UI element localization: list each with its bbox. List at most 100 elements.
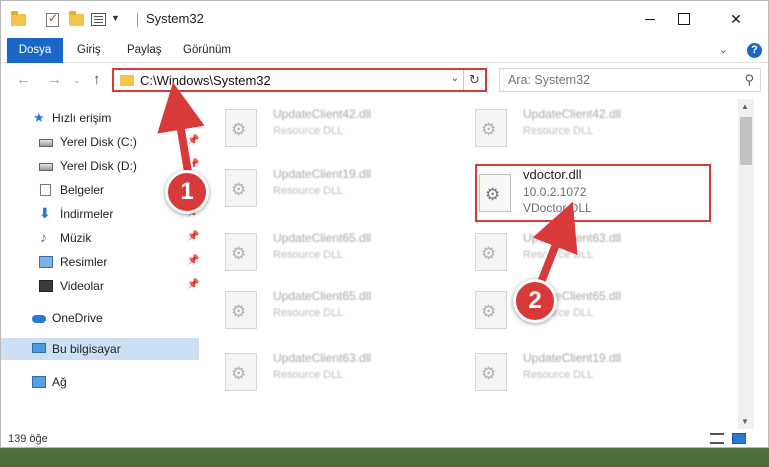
pictures-icon (39, 256, 53, 268)
list-item[interactable]: UpdateClient63.dll Resource DLL (461, 227, 701, 275)
sidebar-item-label: Hızlı erişim (52, 111, 112, 125)
document-icon (40, 184, 51, 196)
search-icon[interactable]: ⚲ (744, 72, 754, 88)
file-type: Resource DLL (523, 125, 594, 137)
properties-check-icon[interactable] (46, 11, 59, 27)
search-box[interactable]: ⚲ (499, 68, 761, 92)
pin-icon[interactable]: 📌 (187, 279, 199, 290)
tab-share[interactable]: Paylaş (117, 38, 172, 63)
sidebar-item-network[interactable]: Ağ (1, 371, 201, 393)
file-list: UpdateClient42.dll Resource DLL UpdateCl… (211, 99, 738, 429)
sidebar-item-local-disk-d[interactable]: Yerel Disk (D:) 📌 (1, 155, 201, 177)
pin-icon[interactable]: 📌 (187, 159, 199, 170)
computer-icon (32, 343, 46, 353)
up-arrow-icon[interactable]: ↑ (93, 71, 101, 88)
explorer-window: ▼ System32 ✕ Dosya Giriş Paylaş Görünüm … (0, 0, 769, 448)
chevron-down-icon[interactable]: ⌄ (451, 73, 459, 84)
maximize-button[interactable] (661, 1, 707, 37)
file-type: Resource DLL (273, 307, 344, 319)
quick-access-dropdown-icon[interactable]: ▼ (111, 13, 120, 31)
network-icon (32, 376, 46, 388)
sidebar-item-onedrive[interactable]: OneDrive (1, 307, 201, 329)
navigation-pane: ★ Hızlı erişim Yerel Disk (C:) 📌 Yerel D… (1, 103, 206, 429)
list-item[interactable]: UpdateClient65.dll Resource DLL (461, 285, 701, 333)
videos-icon (39, 280, 53, 292)
list-item[interactable]: UpdateClient42.dll Resource DLL (461, 103, 701, 151)
drive-icon (39, 163, 53, 171)
list-item[interactable]: UpdateClient65.dll Resource DLL (211, 227, 451, 275)
navigation-bar: ← → ⌄ ↑ C:\Windows\System32 ⌄ ↻ ⚲ (1, 64, 768, 96)
dll-file-icon (475, 233, 507, 271)
sidebar-item-local-disk-c[interactable]: Yerel Disk (C:) 📌 (1, 131, 201, 153)
file-name: UpdateClient63.dll (273, 351, 372, 365)
folder-icon (11, 11, 26, 26)
scroll-down-icon[interactable]: ▼ (741, 417, 749, 426)
drive-icon (39, 139, 53, 147)
music-icon: ♪ (40, 229, 47, 245)
pin-icon[interactable]: 📌 (187, 255, 199, 266)
sidebar-item-label: Ağ (52, 375, 67, 389)
list-item[interactable]: UpdateClient65.dll Resource DLL (211, 285, 451, 333)
ribbon-tabs: Dosya Giriş Paylaş Görünüm ⌄ ? (1, 38, 768, 63)
dll-file-icon (225, 169, 257, 207)
tiles-view-icon[interactable] (732, 433, 746, 444)
recent-dropdown-icon[interactable]: ⌄ (73, 75, 81, 86)
file-type: Resource DLL (273, 249, 344, 261)
dll-file-icon (225, 233, 257, 271)
file-name: UpdateClient65.dll (273, 289, 372, 303)
refresh-icon[interactable]: ↻ (463, 70, 485, 90)
tab-home[interactable]: Giriş (67, 38, 111, 63)
sidebar-item-label: OneDrive (52, 311, 103, 325)
chevron-down-icon[interactable]: ⌄ (719, 43, 728, 56)
folder-icon (120, 75, 134, 86)
title-bar: ▼ System32 ✕ (1, 1, 768, 37)
window-title: System32 (146, 11, 204, 26)
list-item[interactable]: UpdateClient42.dll Resource DLL (211, 103, 451, 151)
search-input[interactable] (508, 70, 728, 90)
sidebar-item-this-pc[interactable]: Bu bilgisayar (1, 338, 199, 360)
sidebar-item-label: Bu bilgisayar (52, 342, 121, 356)
file-name: UpdateClient42.dll (273, 107, 372, 121)
help-icon[interactable]: ? (747, 43, 762, 58)
dll-file-icon (475, 353, 507, 391)
status-bar: 139 öğe (1, 431, 768, 448)
forward-arrow-icon[interactable]: → (47, 71, 62, 88)
dll-file-icon (225, 291, 257, 329)
list-item[interactable]: UpdateClient63.dll Resource DLL (211, 347, 451, 395)
sidebar-item-pictures[interactable]: Resimler 📌 (1, 251, 201, 273)
sidebar-item-label: Müzik (60, 231, 92, 245)
cloud-icon (32, 315, 46, 323)
file-name: UpdateClient19.dll (273, 167, 372, 181)
sidebar-item-label: Resimler (60, 255, 108, 269)
step-2-badge: 2 (513, 279, 557, 323)
sidebar-item-videos[interactable]: Videolar 📌 (1, 275, 201, 297)
customize-icon[interactable] (91, 13, 106, 26)
file-name: UpdateClient65.dll (273, 231, 372, 245)
sidebar-item-music[interactable]: ♪ Müzik 📌 (1, 227, 201, 249)
list-item[interactable]: UpdateClient19.dll Resource DLL (211, 163, 451, 211)
file-type: Resource DLL (273, 185, 344, 197)
scroll-thumb[interactable] (740, 117, 752, 165)
back-arrow-icon[interactable]: ← (16, 71, 31, 88)
address-bar[interactable]: C:\Windows\System32 ⌄ ↻ (112, 68, 487, 92)
vertical-scrollbar[interactable]: ▲ ▼ (738, 99, 754, 429)
scroll-up-icon[interactable]: ▲ (741, 102, 749, 111)
pin-icon[interactable]: 📌 (187, 135, 199, 146)
tab-view[interactable]: Görünüm (173, 38, 241, 63)
dll-file-icon (225, 353, 257, 391)
dll-file-icon (475, 109, 507, 147)
details-view-icon[interactable] (710, 433, 724, 444)
new-folder-icon[interactable] (69, 11, 84, 26)
sidebar-item-label: İndirmeler (60, 207, 114, 221)
item-count: 139 öğe (8, 433, 48, 445)
file-name: UpdateClient19.dll (523, 351, 622, 365)
sidebar-item-quick-access[interactable]: ★ Hızlı erişim (1, 107, 201, 129)
list-item[interactable]: UpdateClient19.dll Resource DLL (461, 347, 701, 395)
close-button[interactable]: ✕ (713, 1, 759, 37)
pin-icon[interactable]: 📌 (187, 231, 199, 242)
file-type: Resource DLL (523, 249, 594, 261)
tab-file[interactable]: Dosya (7, 38, 63, 63)
address-path[interactable]: C:\Windows\System32 (140, 73, 271, 88)
dll-file-icon (475, 291, 507, 329)
step-1-badge: 1 (165, 170, 209, 214)
